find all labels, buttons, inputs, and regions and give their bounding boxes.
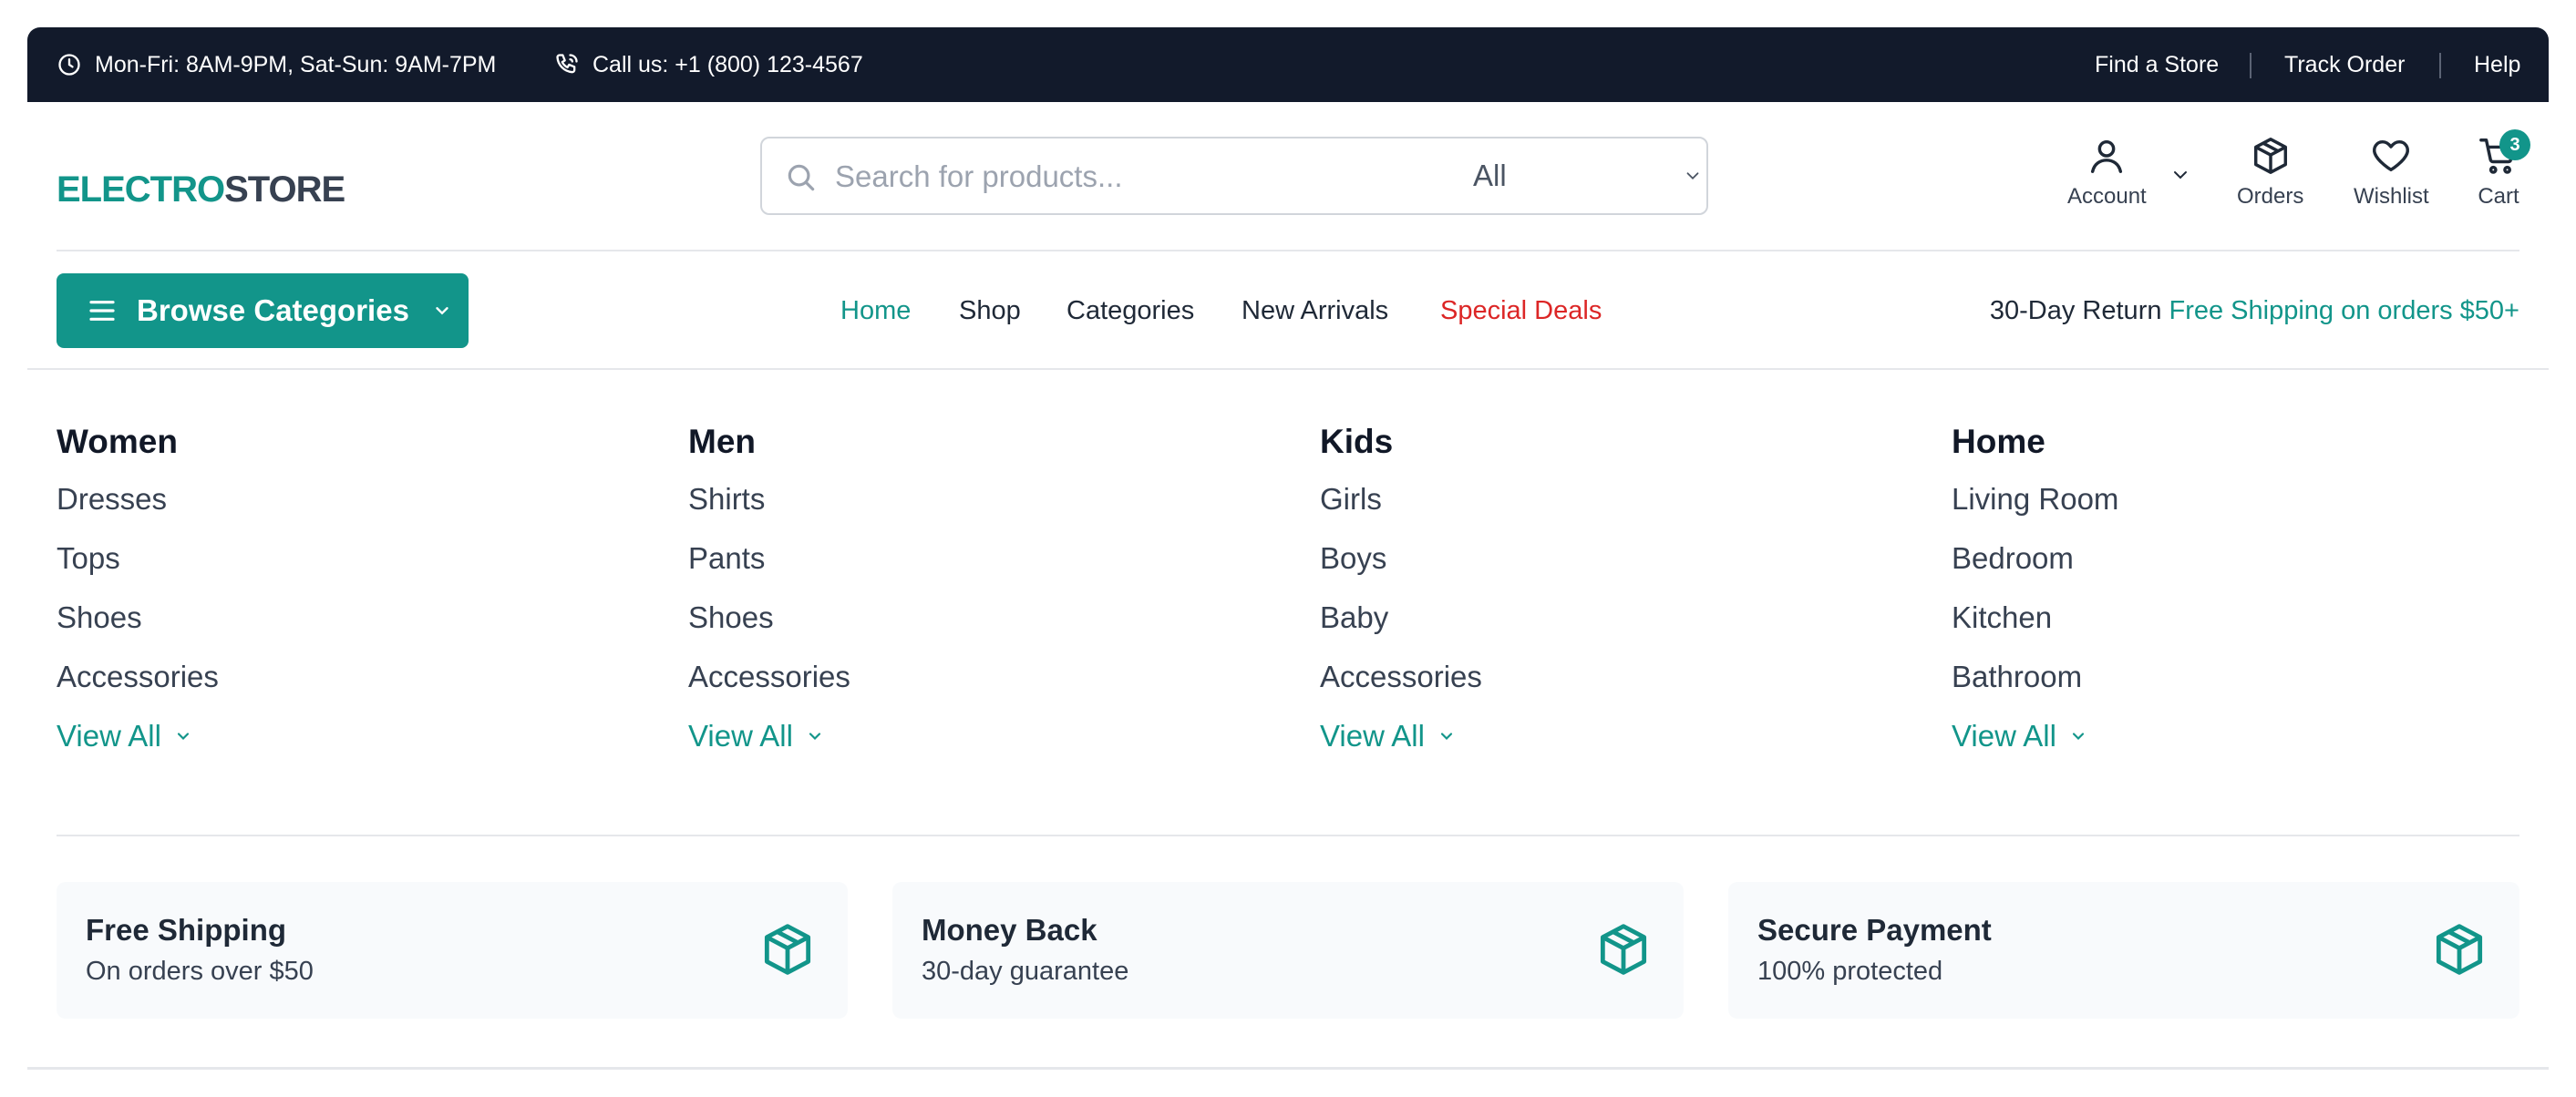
- store-hours: Mon-Fri: 8AM-9PM, Sat-Sun: 9AM-7PM: [57, 27, 496, 102]
- view-all-link[interactable]: View All: [1952, 716, 2087, 756]
- search-icon: [788, 164, 815, 191]
- package-icon: [764, 924, 811, 975]
- category-link[interactable]: Boys: [1320, 538, 1386, 579]
- view-all-label: View All: [1952, 719, 2056, 753]
- column-title: Kids: [1320, 423, 1394, 460]
- wishlist-button[interactable]: Wishlist: [2354, 135, 2429, 210]
- logo-part-electro: ELECTRO: [57, 169, 225, 210]
- category-link[interactable]: Pants: [688, 538, 765, 579]
- phone-contact[interactable]: Call us: +1 (800) 123-4567: [554, 27, 863, 102]
- search-input[interactable]: [835, 151, 1437, 202]
- promo-shipping-text[interactable]: Free Shipping on orders $50+: [2169, 296, 2519, 326]
- logo-part-store: STORE: [224, 169, 345, 210]
- account-button[interactable]: Account: [2067, 135, 2147, 210]
- category-link[interactable]: Shoes: [688, 598, 774, 638]
- browse-categories-label: Browse Categories: [137, 293, 409, 327]
- category-link[interactable]: Shirts: [688, 479, 765, 519]
- feature-title: Free Shipping: [86, 913, 287, 947]
- feature-card-money-back: Money Back 30-day guarantee: [892, 882, 1684, 1019]
- search-category-value: All: [1473, 159, 1507, 192]
- column-title: Home: [1952, 423, 2045, 460]
- find-store-link[interactable]: Find a Store: [2095, 27, 2219, 102]
- wishlist-label: Wishlist: [2354, 184, 2429, 209]
- feature-card-secure-payment: Secure Payment 100% protected: [1728, 882, 2519, 1019]
- help-link[interactable]: Help: [2474, 27, 2520, 102]
- account-label: Account: [2067, 184, 2147, 209]
- browse-categories-button[interactable]: Browse Categories: [57, 273, 469, 348]
- clock-icon: [58, 54, 80, 76]
- view-all-link[interactable]: View All: [1320, 716, 1456, 756]
- promo-banner: 30-Day Return Free Shipping on orders $5…: [1990, 273, 2519, 348]
- feature-title: Money Back: [922, 913, 1097, 947]
- heart-icon: [2373, 139, 2410, 172]
- search-category-select[interactable]: All: [1473, 138, 1708, 213]
- search-bar: All: [760, 137, 1708, 215]
- category-column-women: Women Dresses Tops Shoes Accessories Vie…: [57, 419, 658, 753]
- category-column-kids: Kids Girls Boys Baby Accessories View Al…: [1320, 419, 1922, 753]
- category-link[interactable]: Kitchen: [1952, 598, 2052, 638]
- nav-home[interactable]: Home: [840, 273, 911, 348]
- topbar-divider: [2439, 53, 2441, 78]
- store-logo[interactable]: ELECTROSTORE: [57, 171, 345, 208]
- page-frame: Mon-Fri: 8AM-9PM, Sat-Sun: 9AM-7PM Call …: [27, 27, 2549, 1070]
- category-link[interactable]: Bedroom: [1952, 538, 2074, 579]
- view-all-label: View All: [57, 719, 161, 753]
- category-link[interactable]: Dresses: [57, 479, 167, 519]
- promo-return-text: 30-Day Return: [1989, 295, 2162, 325]
- feature-subtitle: On orders over $50: [86, 957, 314, 986]
- view-all-link[interactable]: View All: [688, 716, 824, 756]
- top-bar: Mon-Fri: 8AM-9PM, Sat-Sun: 9AM-7PM Call …: [27, 27, 2549, 102]
- nav-shop[interactable]: Shop: [959, 273, 1021, 348]
- chevron-down-icon: [809, 733, 821, 741]
- category-link[interactable]: Shoes: [57, 598, 142, 638]
- category-link[interactable]: Accessories: [688, 657, 850, 697]
- view-all-label: View All: [688, 719, 793, 753]
- category-link[interactable]: Living Room: [1952, 479, 2118, 519]
- feature-subtitle: 30-day guarantee: [922, 957, 1129, 986]
- chevron-down-icon: [177, 733, 190, 741]
- view-all-label: View All: [1320, 719, 1425, 753]
- nav-divider: [27, 368, 2549, 370]
- orders-label: Orders: [2237, 184, 2304, 209]
- topbar-divider: [2250, 53, 2251, 78]
- category-column-home: Home Living Room Bedroom Kitchen Bathroo…: [1952, 419, 2553, 753]
- chevron-down-icon: [2072, 733, 2085, 741]
- package-icon: [2253, 138, 2287, 174]
- category-link[interactable]: Bathroom: [1952, 657, 2082, 697]
- track-order-link[interactable]: Track Order: [2284, 27, 2405, 102]
- package-icon: [2436, 924, 2483, 975]
- column-title: Women: [57, 423, 178, 460]
- phone-text: Call us: +1 (800) 123-4567: [592, 51, 863, 77]
- user-icon: [2091, 139, 2123, 173]
- account-chevron-down-icon[interactable]: [2169, 164, 2191, 186]
- category-link[interactable]: Girls: [1320, 479, 1382, 519]
- category-link[interactable]: Tops: [57, 538, 120, 579]
- nav-categories[interactable]: Categories: [1066, 273, 1194, 348]
- feature-subtitle: 100% protected: [1757, 957, 1943, 986]
- view-all-link[interactable]: View All: [57, 716, 192, 756]
- chevron-down-icon: [1440, 733, 1453, 741]
- category-link[interactable]: Accessories: [57, 657, 219, 697]
- feature-card-shipping: Free Shipping On orders over $50: [57, 882, 848, 1019]
- category-link[interactable]: Accessories: [1320, 657, 1482, 697]
- package-icon: [1600, 924, 1647, 975]
- column-title: Men: [688, 423, 756, 460]
- category-column-men: Men Shirts Pants Shoes Accessories View …: [688, 419, 1290, 753]
- chevron-down-icon: [436, 307, 448, 315]
- menu-divider: [57, 835, 2519, 836]
- header-divider: [57, 250, 2519, 251]
- store-hours-text: Mon-Fri: 8AM-9PM, Sat-Sun: 9AM-7PM: [95, 51, 497, 77]
- menu-icon: [89, 301, 115, 321]
- nav-special-deals[interactable]: Special Deals: [1440, 273, 1602, 348]
- feature-title: Secure Payment: [1757, 913, 1992, 947]
- orders-button[interactable]: Orders: [2237, 135, 2303, 210]
- cart-count-badge: 3: [2499, 129, 2530, 160]
- cart-label: Cart: [2478, 184, 2519, 209]
- category-link[interactable]: Baby: [1320, 598, 1388, 638]
- chevron-down-icon: [1686, 172, 1699, 180]
- nav-new-arrivals[interactable]: New Arrivals: [1242, 273, 1388, 348]
- phone-icon: [556, 54, 578, 74]
